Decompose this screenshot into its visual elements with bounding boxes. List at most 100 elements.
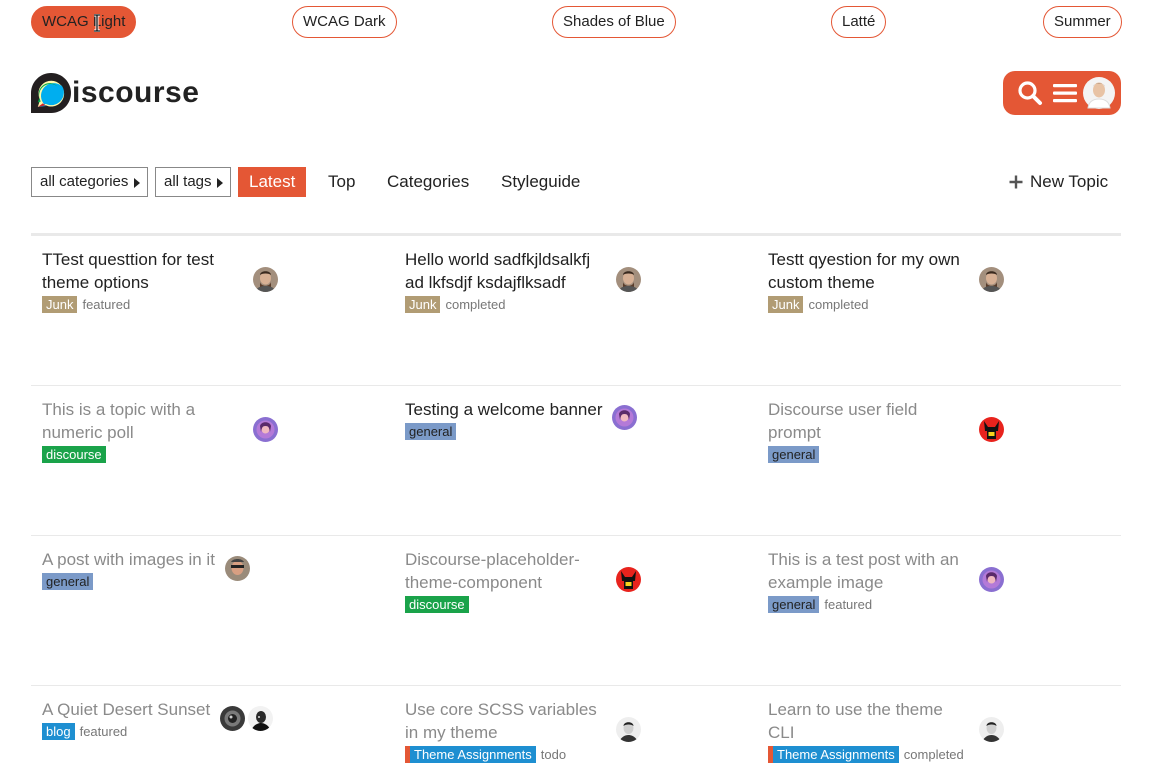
category-badge[interactable]: general	[42, 572, 94, 590]
topic-meta: discourse	[405, 595, 605, 613]
search-button[interactable]	[1013, 71, 1047, 115]
category-badge[interactable]: Theme Assignments	[773, 745, 899, 763]
topic-title[interactable]: Learn to use the theme CLI	[768, 698, 968, 744]
poster-avatar[interactable]	[616, 717, 641, 742]
topic-card: Discourse-placeholder-theme-component di…	[405, 548, 605, 613]
poster-avatar[interactable]	[225, 556, 250, 581]
topic-card: Use core SCSS variables in my theme Them…	[405, 698, 605, 763]
category-badge[interactable]: general	[768, 595, 820, 613]
topic-title[interactable]: Testt qyestion for my own custom theme	[768, 248, 968, 294]
theme-pill-latte[interactable]: Latté	[831, 6, 887, 38]
category-badge[interactable]: Junk	[42, 295, 78, 313]
category-badge[interactable]: Theme Assignments	[410, 745, 536, 763]
category-badge[interactable]: general	[405, 422, 457, 440]
tab-top[interactable]: Top	[328, 167, 355, 197]
discourse-logo-icon	[31, 73, 71, 113]
topic-card: Discourse user field prompt general	[768, 398, 968, 463]
category-badge[interactable]: discourse	[405, 595, 469, 613]
topic-title[interactable]: Discourse user field prompt	[768, 398, 968, 444]
current-user-avatar[interactable]	[1082, 71, 1116, 115]
topic-tag[interactable]: completed	[904, 747, 964, 762]
topic-meta: Junk completed	[768, 295, 968, 313]
topic-meta: Theme Assignments completed	[768, 745, 968, 763]
category-badge[interactable]: general	[768, 445, 820, 463]
poster-avatar[interactable]	[253, 267, 278, 292]
topic-title[interactable]: Testing a welcome banner	[405, 398, 615, 421]
topic-title[interactable]: TTest questtion for test theme options	[42, 248, 242, 294]
topic-meta: Junk completed	[405, 295, 605, 313]
poster-avatar[interactable]	[612, 405, 637, 430]
plus-icon	[1009, 175, 1023, 189]
theme-pill-wcag-light[interactable]: WCAG Light	[31, 6, 137, 38]
theme-pill-summer[interactable]: Summer	[1043, 6, 1122, 38]
topic-tag[interactable]: featured	[824, 597, 872, 612]
logo-wordmark: iscourse	[72, 76, 200, 109]
topic-card: Hello world sadfkjldsalkfj ad lkfsdjf ks…	[405, 248, 605, 313]
new-topic-label: New Topic	[1030, 172, 1109, 191]
topic-card: Testt qyestion for my own custom theme J…	[768, 248, 968, 313]
topic-meta: Junk featured	[42, 295, 242, 313]
poster-avatar[interactable]	[253, 417, 278, 442]
category-badge[interactable]: blog	[42, 722, 75, 740]
category-badge[interactable]: discourse	[42, 445, 106, 463]
topic-meta: general	[768, 445, 968, 463]
new-topic-button[interactable]: New Topic	[1008, 167, 1108, 197]
topic-meta: general	[405, 422, 615, 440]
topic-tag[interactable]: completed	[808, 297, 868, 312]
tags-dropdown[interactable]: all tags	[155, 167, 231, 197]
categories-dropdown-label: all categories	[40, 173, 129, 190]
topic-card: This is a topic with a numeric poll disc…	[42, 398, 242, 463]
topic-meta: general featured	[768, 595, 968, 613]
poster-avatar[interactable]	[979, 267, 1004, 292]
poster-avatar[interactable]	[616, 267, 641, 292]
poster-avatar[interactable]	[220, 706, 245, 731]
topic-card: TTest questtion for test theme options J…	[42, 248, 242, 313]
caret-right-icon	[217, 178, 223, 188]
text-cursor-icon	[93, 13, 101, 33]
category-badge[interactable]: Junk	[405, 295, 441, 313]
row-divider	[31, 685, 1121, 686]
topic-title[interactable]: Use core SCSS variables in my theme	[405, 698, 605, 744]
category-badge[interactable]: Junk	[768, 295, 804, 313]
header-icons	[1003, 71, 1121, 115]
topic-meta: discourse	[42, 445, 242, 463]
topic-card: Learn to use the theme CLI Theme Assignm…	[768, 698, 968, 763]
topic-meta: general	[42, 572, 227, 590]
poster-avatar[interactable]	[979, 567, 1004, 592]
list-top-divider	[31, 233, 1121, 236]
topic-title[interactable]: This is a topic with a numeric poll	[42, 398, 242, 444]
hamburger-menu-button[interactable]	[1050, 71, 1080, 115]
search-icon	[1018, 81, 1042, 105]
topic-card: A Quiet Desert Sunset blog featured	[42, 698, 217, 740]
topic-title[interactable]: This is a test post with an example imag…	[768, 548, 968, 594]
topic-meta: blog featured	[42, 722, 217, 740]
caret-right-icon	[134, 178, 140, 188]
topic-meta: Theme Assignments todo	[405, 745, 605, 763]
categories-dropdown[interactable]: all categories	[31, 167, 148, 197]
topic-card: A post with images in it general	[42, 548, 227, 590]
topic-tag[interactable]: todo	[541, 747, 566, 762]
row-divider	[31, 535, 1121, 536]
poster-avatar[interactable]	[979, 417, 1004, 442]
topic-title[interactable]: A post with images in it	[42, 548, 227, 571]
poster-avatar[interactable]	[979, 717, 1004, 742]
topic-title[interactable]: A Quiet Desert Sunset	[42, 698, 217, 721]
topic-title[interactable]: Hello world sadfkjldsalkfj ad lkfsdjf ks…	[405, 248, 605, 294]
tags-dropdown-label: all tags	[164, 173, 212, 190]
topic-card: Testing a welcome banner general	[405, 398, 615, 440]
poster-avatar[interactable]	[616, 567, 641, 592]
row-divider	[31, 385, 1121, 386]
theme-pill-wcag-dark[interactable]: WCAG Dark	[292, 6, 397, 38]
topic-tag[interactable]: completed	[445, 297, 505, 312]
tab-latest[interactable]: Latest	[238, 167, 307, 197]
site-logo[interactable]: iscourse	[31, 72, 199, 114]
topic-tag[interactable]: featured	[80, 724, 128, 739]
topic-tag[interactable]: featured	[82, 297, 130, 312]
theme-pill-shades-of-blue[interactable]: Shades of Blue	[552, 6, 676, 38]
participant-avatar[interactable]	[248, 706, 273, 731]
topic-title[interactable]: Discourse-placeholder-theme-component	[405, 548, 605, 594]
user-avatar-icon	[1083, 77, 1115, 109]
tab-styleguide[interactable]: Styleguide	[501, 167, 580, 197]
tab-categories[interactable]: Categories	[387, 167, 469, 197]
topic-card: This is a test post with an example imag…	[768, 548, 968, 613]
